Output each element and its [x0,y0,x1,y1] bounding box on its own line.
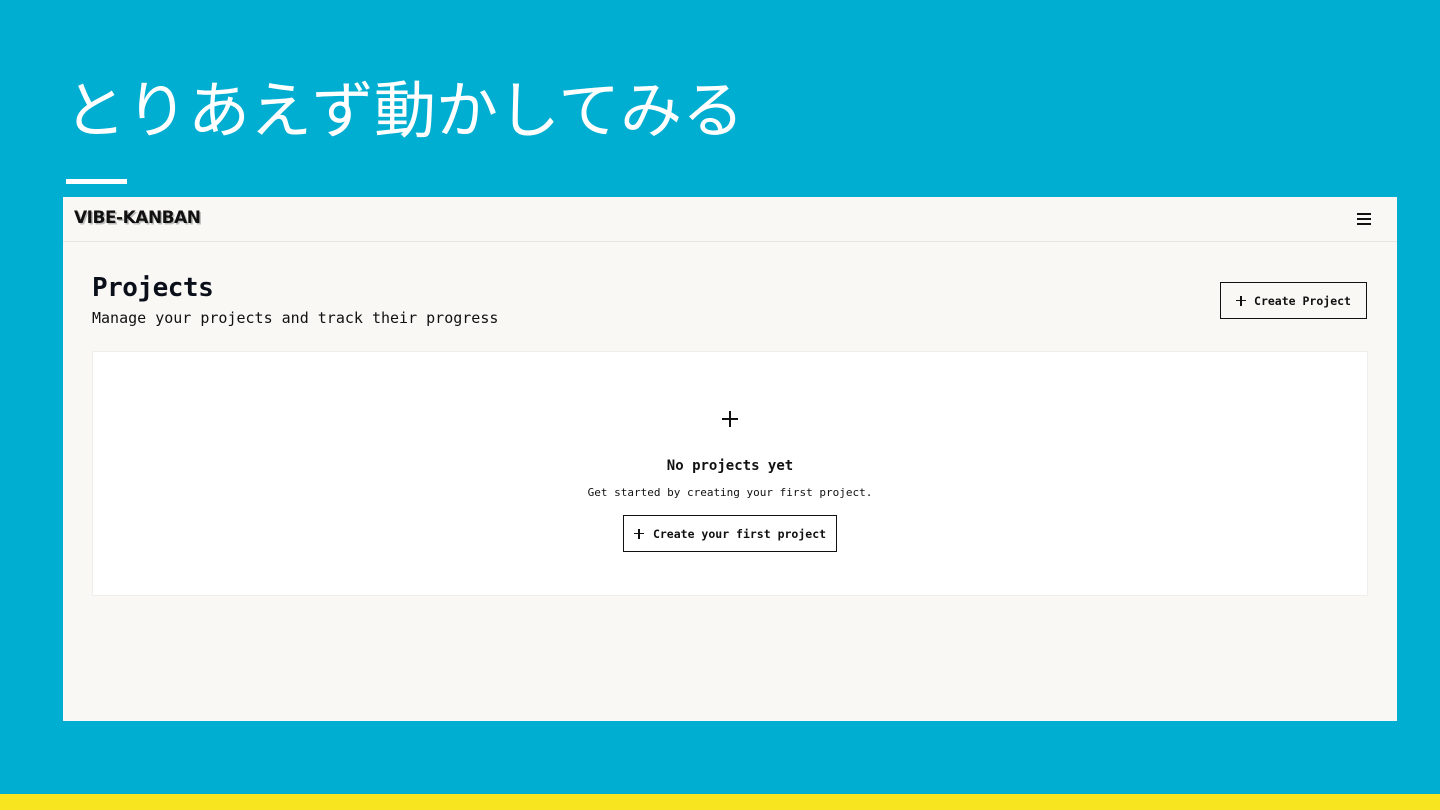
plus-icon [1236,295,1247,306]
menu-line [1357,223,1371,225]
bottom-accent-bar [0,794,1440,810]
plus-icon [722,411,738,427]
menu-line [1357,218,1371,220]
app-logo[interactable]: VIBE-KANBAN [74,208,201,228]
create-first-project-button[interactable]: Create your first project [623,515,837,552]
plus-icon [633,528,644,539]
create-first-project-label: Create your first project [652,526,827,541]
title-underline [66,179,127,184]
create-project-label: Create Project [1254,293,1351,308]
hamburger-menu-icon[interactable] [1357,213,1371,225]
empty-state-heading: No projects yet [666,458,794,474]
app-header: VIBE-KANBAN [63,197,1397,242]
empty-state-card: No projects yet Get started by creating … [92,351,1368,596]
menu-line [1357,213,1371,215]
page-subtitle: Manage your projects and track their pro… [92,309,499,327]
slide-title: とりあえず動かしてみる [64,74,745,147]
create-project-button[interactable]: Create Project [1220,282,1367,319]
page-title: Projects [92,273,214,303]
empty-state-text: Get started by creating your first proje… [587,486,873,499]
app-window: VIBE-KANBAN Projects Manage your project… [63,197,1397,721]
